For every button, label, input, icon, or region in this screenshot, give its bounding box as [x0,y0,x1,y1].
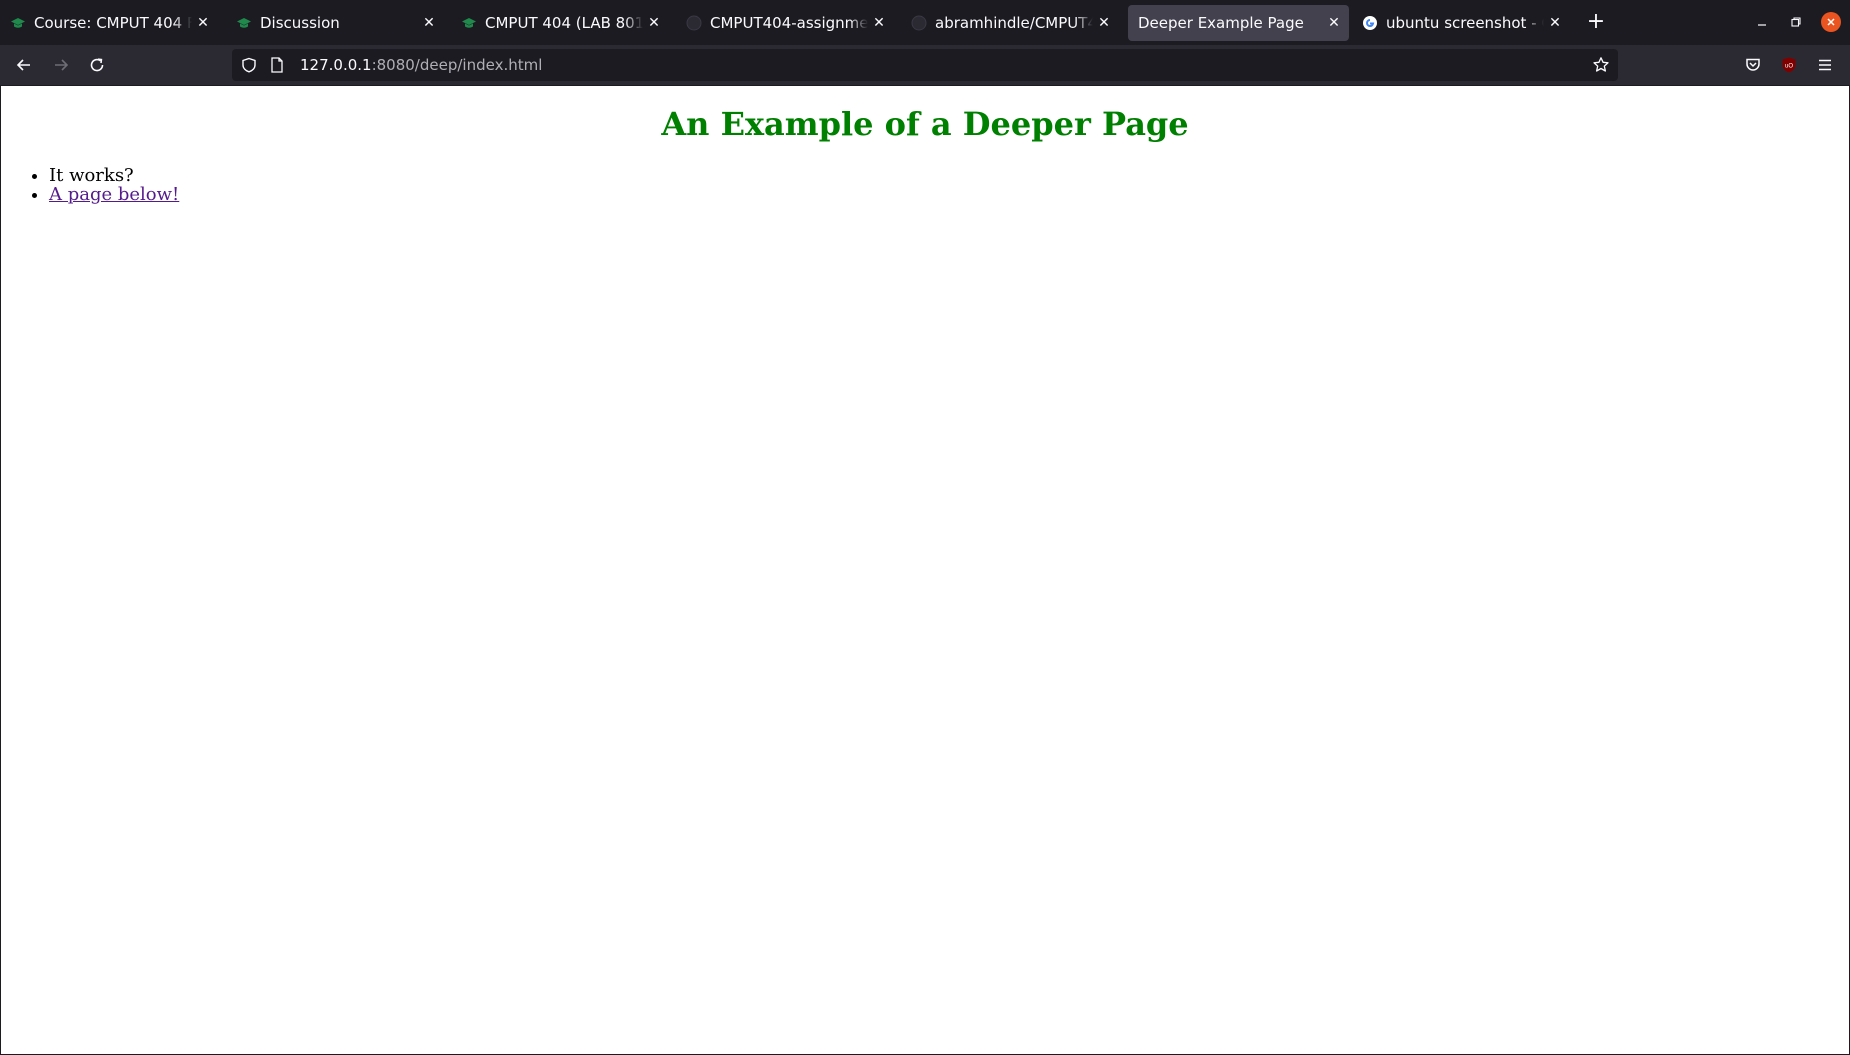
tab-label: ubuntu screenshot - Google Search [1386,14,1544,32]
list-item-page-below: A page below! [49,185,179,204]
close-icon[interactable]: ✕ [192,12,214,34]
back-button[interactable] [10,51,38,79]
tab-label: abramhindle/CMPUT404-assignment-webserve… [935,14,1093,32]
tab-deeper-example[interactable]: Deeper Example Page ✕ [1128,5,1349,41]
tab-label: Deeper Example Page [1138,14,1304,32]
restore-button[interactable] [1784,10,1808,34]
reload-icon [90,58,104,72]
tab-label: CMPUT 404 (LAB 801 802) [485,14,643,32]
arrow-right-icon [55,59,69,71]
pocket-icon [1746,58,1760,71]
restore-icon [1791,17,1801,27]
close-icon[interactable]: ✕ [1544,12,1566,34]
shield-icon[interactable] [240,56,258,74]
tab-label: CMPUT404-assignment-webserver [710,14,868,32]
pocket-button[interactable] [1739,51,1767,79]
page-content: An Example of a Deeper Page It works? A … [1,86,1849,1054]
close-icon[interactable]: ✕ [868,12,890,34]
tab-course-cmput404[interactable]: Course: CMPUT 404 F21 (LEC A1) ✕ [0,5,218,41]
page-below-link[interactable]: A page below! [49,184,179,205]
address-bar[interactable]: 127.0.0.1:8080/deep/index.html [232,49,1618,81]
github-icon [911,15,927,31]
hamburger-menu-icon [1819,59,1831,71]
tab-discussion[interactable]: Discussion ✕ [226,5,444,41]
github-icon [686,15,702,31]
forward-button[interactable] [47,51,75,79]
tab-label: Discussion [260,14,340,32]
page-heading: An Example of a Deeper Page [661,105,1189,143]
app-menu-button[interactable] [1811,51,1839,79]
tab-cmput404-lab[interactable]: CMPUT 404 (LAB 801 802) ✕ [451,5,669,41]
item-list: It works? A page below! [1,166,179,204]
graduation-cap-icon [236,15,252,31]
tab-strip: Course: CMPUT 404 F21 (LEC A1) ✕ Discuss… [0,0,1850,45]
graduation-cap-icon [10,15,26,31]
close-icon[interactable]: ✕ [643,12,665,34]
svg-text:uO: uO [1785,64,1793,70]
close-icon[interactable]: ✕ [1093,12,1115,34]
graduation-cap-icon [461,15,477,31]
ublock-icon: uO [1782,57,1796,73]
url-text[interactable]: 127.0.0.1:8080/deep/index.html [300,56,542,74]
url-path: :8080/deep/index.html [371,56,543,74]
page-icon[interactable] [268,56,286,74]
browser-window: Course: CMPUT 404 F21 (LEC A1) ✕ Discuss… [0,0,1850,1055]
google-icon [1362,15,1378,31]
tab-label: Course: CMPUT 404 F21 (LEC A1) [34,14,192,32]
minimize-button[interactable] [1750,10,1774,34]
navigation-toolbar: 127.0.0.1:8080/deep/index.html uO [0,45,1850,85]
close-icon[interactable]: ✕ [1323,12,1345,34]
tab-github-abramhindle[interactable]: abramhindle/CMPUT404-assignment-webserve… [901,5,1119,41]
window-close-button[interactable] [1821,12,1841,32]
tab-google-search[interactable]: ubuntu screenshot - Google Search ✕ [1352,5,1570,41]
close-icon[interactable]: ✕ [418,12,440,34]
close-icon [1827,18,1835,26]
minimize-icon [1758,24,1766,26]
arrow-left-icon [16,59,30,71]
tab-github-assignment[interactable]: CMPUT404-assignment-webserver ✕ [676,5,894,41]
new-tab-button[interactable]: + [1584,10,1608,34]
reload-button[interactable] [83,51,111,79]
ublock-origin-button[interactable]: uO [1775,51,1803,79]
bookmark-star-icon[interactable] [1590,54,1612,76]
url-host: 127.0.0.1 [300,56,372,74]
list-item-it-works: It works? [49,166,179,185]
